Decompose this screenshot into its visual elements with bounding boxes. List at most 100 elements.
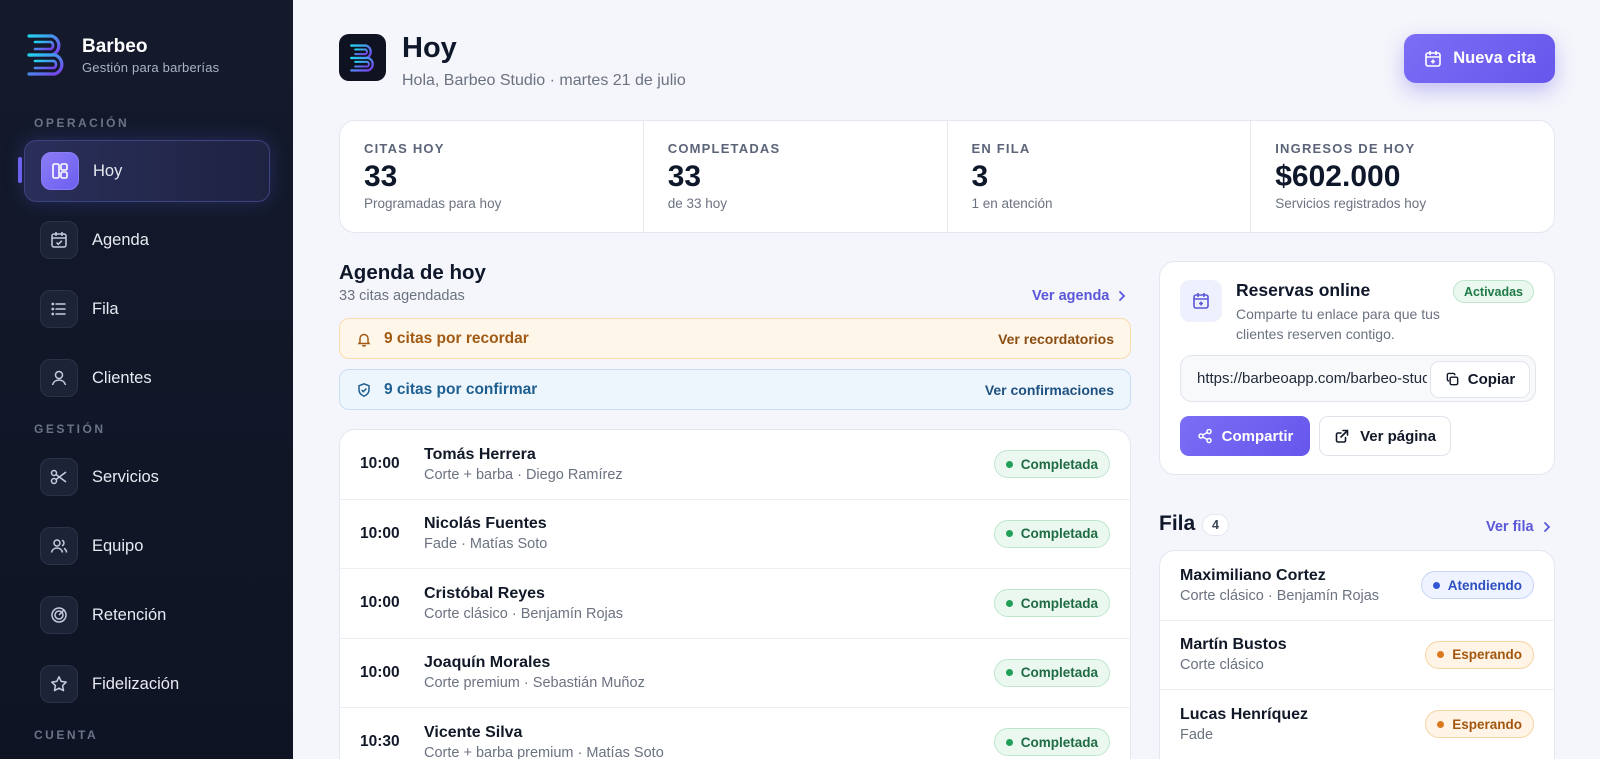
sidebar-item-agenda[interactable]: Agenda <box>24 209 270 271</box>
active-indicator <box>18 157 22 183</box>
status-text: Atendiendo <box>1447 577 1522 593</box>
appointment-detail: Corte + barba · Diego Ramírez <box>424 466 623 483</box>
appointment-time: 10:00 <box>360 663 400 681</box>
calendar-icon <box>40 221 78 259</box>
appointment-row[interactable]: 10:00 Nicolás Fuentes Fade · Matías Soto… <box>340 500 1130 569</box>
stat-value: $602.000 <box>1275 160 1401 193</box>
queue-list: Maximiliano Cortez Corte clásico · Benja… <box>1159 550 1555 759</box>
external-link-icon <box>1335 429 1349 443</box>
bell-icon <box>357 333 371 347</box>
shield-check-icon <box>358 382 370 397</box>
online-booking-title: Reservas online <box>1236 280 1371 300</box>
copy-icon <box>1446 372 1459 386</box>
appointment-time: 10:00 <box>360 594 400 612</box>
sidebar-item-fila[interactable]: Fila <box>24 278 270 340</box>
client-name: Maximiliano Cortez <box>1180 566 1326 584</box>
online-booking-description: Comparte tu enlace para que tus clientes… <box>1236 306 1440 342</box>
share-button[interactable]: Compartir <box>1180 416 1310 456</box>
status-text: Completada <box>1020 665 1098 681</box>
appointment-row[interactable]: 10:00 Cristóbal Reyes Corte clásico · Be… <box>340 569 1130 639</box>
stat-value: 33 <box>364 160 398 193</box>
view-confirmations-link[interactable]: Ver confirmaciones <box>985 382 1114 398</box>
status-badge: Atendiendo <box>1420 571 1534 600</box>
client-name: Vicente Silva <box>424 723 523 741</box>
stat-note: Programadas para hoy <box>364 196 502 211</box>
brand[interactable]: Barbeo Gestión para barberías <box>26 32 219 78</box>
view-agenda-label: Ver agenda <box>1032 288 1110 304</box>
appointment-row[interactable]: 10:30 Vicente Silva Corte + barba premiu… <box>340 708 1130 759</box>
copy-label: Copiar <box>1467 371 1516 388</box>
queue-row[interactable]: Martín Bustos Corte clásico Esperando <box>1160 621 1554 690</box>
page-title: Hoy <box>402 32 457 64</box>
list-icon <box>40 290 78 328</box>
chevron-right-icon <box>1543 522 1550 532</box>
share-label: Compartir <box>1221 427 1294 445</box>
status-badge: Completada <box>993 658 1110 687</box>
client-name: Martín Bustos <box>1180 636 1287 654</box>
queue-title: Fila <box>1159 512 1196 535</box>
appointment-time: 10:00 <box>360 455 400 473</box>
users-icon <box>40 527 78 565</box>
sidebar-item-fidelizacion[interactable]: Fidelización <box>24 653 270 715</box>
stat-en-fila: EN FILA 3 1 en atención <box>948 121 1252 232</box>
queue-row[interactable]: Lucas Henríquez Fade Esperando <box>1160 690 1554 759</box>
reminders-text: 9 citas por recordar <box>384 329 529 347</box>
sidebar-item-label: Hoy <box>93 161 123 180</box>
reminders-banner[interactable]: 9 citas por recordar Ver recordatorios <box>339 318 1131 359</box>
section-label-gestion: GESTIÓN <box>34 422 106 436</box>
target-icon <box>40 596 78 634</box>
queue-row[interactable]: Maximiliano Cortez Corte clásico · Benja… <box>1160 551 1554 621</box>
booking-url-field[interactable]: https://barbeoapp.com/barbeo-studio Copi… <box>1180 355 1536 402</box>
appointment-row[interactable]: 10:00 Tomás Herrera Corte + barba · Dieg… <box>340 430 1130 500</box>
agenda-subtitle: 33 citas agendadas <box>339 288 465 304</box>
appointments-list: 10:00 Tomás Herrera Corte + barba · Dieg… <box>339 429 1131 759</box>
appointment-time: 10:30 <box>360 733 400 751</box>
stat-note: de 33 hoy <box>667 196 728 211</box>
chevron-right-icon <box>1119 291 1126 301</box>
app-logo-icon <box>339 34 386 81</box>
appointment-detail: Corte premium · Sebastián Muñoz <box>424 675 645 692</box>
status-text: Esperando <box>1452 716 1522 732</box>
client-name: Cristóbal Reyes <box>424 584 545 602</box>
appointment-row[interactable]: 10:00 Joaquín Morales Corte premium · Se… <box>340 639 1130 708</box>
view-reminders-link[interactable]: Ver recordatorios <box>998 331 1114 347</box>
stat-label: EN FILA <box>971 141 1031 156</box>
appointment-time: 10:00 <box>360 524 400 542</box>
sidebar-item-retencion[interactable]: Retención <box>24 584 270 646</box>
scissors-icon <box>40 458 78 496</box>
confirmations-text: 9 citas por confirmar <box>384 380 538 398</box>
copy-button[interactable]: Copiar <box>1430 361 1530 398</box>
status-text: Esperando <box>1452 647 1522 663</box>
status-text: Completada <box>1020 456 1098 472</box>
status-badge: Esperando <box>1425 710 1534 739</box>
online-booking-card: Reservas online Comparte tu enlace para … <box>1159 261 1555 475</box>
view-agenda-link[interactable]: Ver agenda <box>1032 288 1129 304</box>
client-name: Lucas Henríquez <box>1180 705 1309 723</box>
barbeo-logo-icon <box>27 34 64 76</box>
sidebar-item-label: Equipo <box>92 536 144 555</box>
calendar-plus-icon <box>1180 280 1222 322</box>
dashboard-icon <box>41 152 79 190</box>
client-name: Nicolás Fuentes <box>424 515 547 533</box>
sidebar-item-label: Fidelización <box>92 674 180 693</box>
view-queue-link[interactable]: Ver fila <box>1486 519 1554 535</box>
sidebar-item-hoy[interactable]: Hoy <box>24 140 270 202</box>
status-badge: Esperando <box>1425 640 1534 669</box>
confirmations-banner[interactable]: 9 citas por confirmar Ver confirmaciones <box>339 369 1131 410</box>
new-appointment-button[interactable]: Nueva cita <box>1404 34 1555 83</box>
client-name: Joaquín Morales <box>424 654 551 672</box>
status-badge: Completada <box>993 728 1110 757</box>
stats-panel: CITAS HOY 33 Programadas para hoy COMPLE… <box>339 120 1555 233</box>
user-icon <box>40 359 78 397</box>
sidebar-item-label: Clientes <box>92 368 152 387</box>
client-name: Tomás Herrera <box>424 445 536 463</box>
sidebar-item-equipo[interactable]: Equipo <box>24 515 270 577</box>
sidebar-item-label: Servicios <box>92 467 159 486</box>
view-page-button[interactable]: Ver página <box>1319 416 1451 456</box>
sidebar-item-clientes[interactable]: Clientes <box>24 347 270 409</box>
status-text: Completada <box>1020 526 1098 542</box>
sidebar-item-servicios[interactable]: Servicios <box>24 446 270 508</box>
stat-label: CITAS HOY <box>364 141 445 156</box>
share-icon <box>1197 428 1212 444</box>
stat-value: 3 <box>971 160 989 193</box>
